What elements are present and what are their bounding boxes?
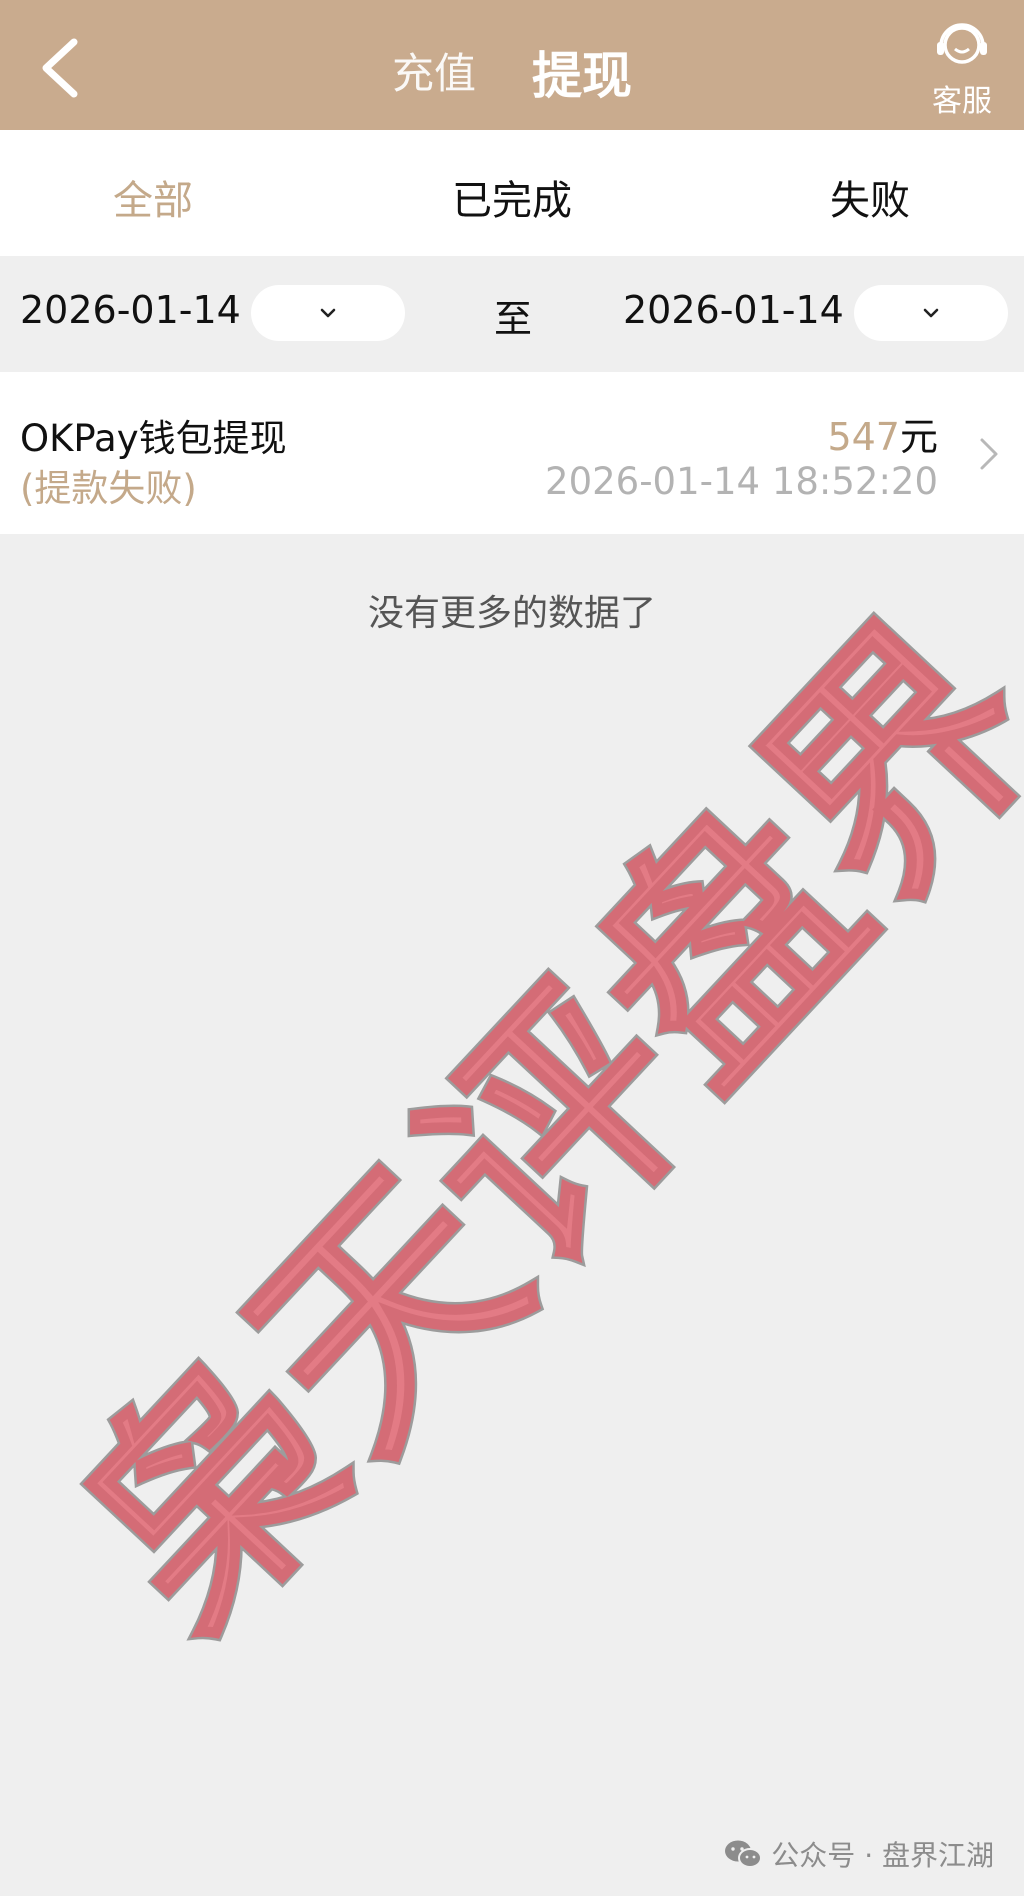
source-credit: 公众号 · 盘界江湖 xyxy=(723,1834,994,1874)
wechat-icon xyxy=(725,1840,763,1868)
headset-icon xyxy=(937,23,987,64)
end-date-dropdown[interactable] xyxy=(854,285,1008,341)
record-title: OKPay钱包提现 xyxy=(20,417,287,460)
filter-tab-completed[interactable]: 已完成 xyxy=(362,168,662,226)
amount-unit: 元 xyxy=(899,415,938,459)
top-nav-bar: 充值 提现 客服 xyxy=(0,0,1024,130)
chevron-down-icon xyxy=(320,308,336,318)
amount-value: 547 xyxy=(827,415,900,459)
tab-recharge[interactable]: 充值 xyxy=(392,40,476,101)
chevron-down-icon xyxy=(923,308,939,318)
record-timestamp: 2026-01-14 18:52:20 xyxy=(545,460,938,503)
filter-tab-failed[interactable]: 失败 xyxy=(720,168,1020,226)
header-tabs: 充值 提现 xyxy=(0,0,1024,130)
customer-service-label: 客服 xyxy=(932,84,992,119)
withdrawal-record-row[interactable]: OKPay钱包提现 (提款失败) 547元 2026-01-14 18:52:2… xyxy=(0,372,1024,534)
start-date-dropdown[interactable] xyxy=(251,285,405,341)
chevron-right-icon xyxy=(980,438,998,470)
credit-text: 公众号 · 盘界江湖 xyxy=(771,1839,994,1872)
filter-tab-all[interactable]: 全部 xyxy=(3,168,303,226)
start-date-text: 2026-01-14 xyxy=(20,288,241,332)
status-filter-tabs: 全部 已完成 失败 xyxy=(0,130,1024,256)
tab-withdraw[interactable]: 提现 xyxy=(532,36,632,108)
end-date-text: 2026-01-14 xyxy=(623,288,844,332)
watermark-text: 枭天评盘界 xyxy=(26,571,1024,1684)
customer-service-button[interactable]: 客服 xyxy=(916,16,1008,119)
date-range-filter: 2026-01-14 至 2026-01-14 xyxy=(0,256,1024,370)
no-more-data-text: 没有更多的数据了 xyxy=(367,593,656,634)
record-amount: 547元 xyxy=(827,406,938,461)
date-range-separator: 至 xyxy=(494,297,533,341)
record-status: (提款失败) xyxy=(20,467,197,510)
